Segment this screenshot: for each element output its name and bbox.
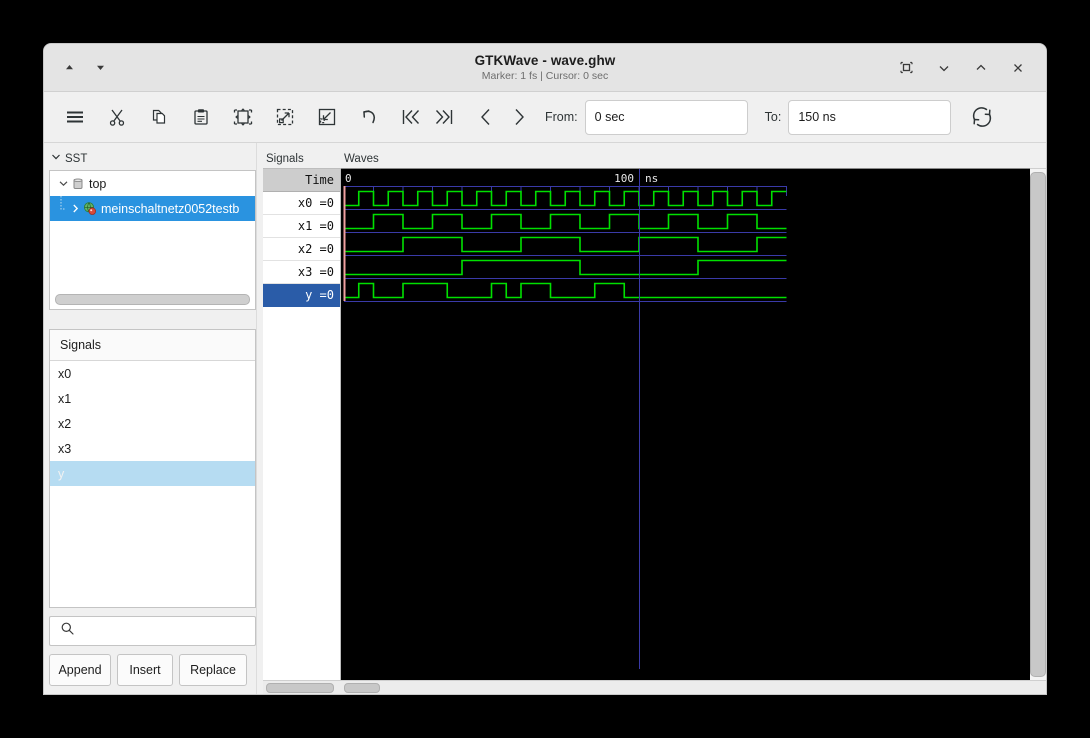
window-controls xyxy=(898,59,1046,76)
waves-title: Waves xyxy=(344,152,379,165)
main-toolbar: From: 0 sec To: 150 ns xyxy=(44,92,1046,143)
to-input[interactable]: 150 ns xyxy=(788,99,952,135)
gtkwave-window: GTKWave - wave.ghw Marker: 1 fs | Cursor… xyxy=(44,44,1046,694)
to-label: To: xyxy=(764,110,782,124)
replace-button[interactable]: Replace xyxy=(179,654,247,686)
left-panel: SST top meinschaltnetz0052testb Signals … xyxy=(44,143,256,694)
waves-hscroll-thumb[interactable] xyxy=(344,682,380,693)
maximize-icon[interactable] xyxy=(972,59,989,76)
window-title: GTKWave - wave.ghw xyxy=(474,53,616,68)
signal-names-title: Signals xyxy=(266,152,304,165)
signal-name-row[interactable]: x0 =0 xyxy=(263,192,340,215)
action-buttons: Append Insert Replace xyxy=(49,654,256,686)
sst-label: SST xyxy=(65,152,88,165)
tree-guide-icon xyxy=(56,196,68,221)
zoom-out-icon[interactable] xyxy=(268,101,301,134)
search-icon xyxy=(60,621,75,641)
waves-horizontal-scrollbar[interactable] xyxy=(341,680,1046,694)
window-subtitle: Marker: 1 fs | Cursor: 0 sec xyxy=(481,70,609,82)
chevron-down-icon[interactable] xyxy=(56,178,70,189)
signal-name-row[interactable]: x3 =0 xyxy=(263,261,340,284)
zoom-fit-icon[interactable] xyxy=(226,101,259,134)
chevron-right-icon[interactable] xyxy=(68,203,82,214)
svg-text:0: 0 xyxy=(345,172,352,185)
window-title-block: GTKWave - wave.ghw Marker: 1 fs | Cursor… xyxy=(44,44,1046,91)
append-button[interactable]: Append xyxy=(49,654,111,686)
names-horizontal-scrollbar[interactable] xyxy=(263,680,341,694)
from-input[interactable]: 0 sec xyxy=(584,99,748,135)
close-icon[interactable] xyxy=(1009,59,1026,76)
svg-text:100: 100 xyxy=(614,172,634,185)
list-item[interactable]: x0 xyxy=(50,361,255,386)
waves-main: 0 100 ns xyxy=(341,168,1046,680)
waves-panel: Waves 0 100 ns xyxy=(341,143,1046,694)
search-input[interactable] xyxy=(49,616,256,646)
reload-icon[interactable] xyxy=(965,101,998,134)
waveform-svg: 0 100 ns xyxy=(341,169,1030,669)
from-label: From: xyxy=(545,110,578,124)
triangle-up-icon[interactable] xyxy=(61,59,78,76)
tree-item-label: meinschaltnetz0052testb xyxy=(101,201,240,216)
window-body: SST top meinschaltnetz0052testb Signals … xyxy=(44,143,1046,694)
signal-name-row[interactable]: x2 =0 xyxy=(263,238,340,261)
instance-icon xyxy=(82,201,97,216)
signal-list-header: Signals xyxy=(50,330,255,361)
list-item[interactable]: x3 xyxy=(50,436,255,461)
titlebar-left-controls xyxy=(44,59,109,76)
time-header-row: Time xyxy=(263,169,340,192)
tree-item-label: top xyxy=(89,176,107,191)
list-item[interactable]: x1 xyxy=(50,386,255,411)
tree-item-top[interactable]: top xyxy=(50,171,255,196)
copy-icon[interactable] xyxy=(142,101,175,134)
signal-name-row[interactable]: y =0 xyxy=(263,284,340,307)
restore-icon[interactable] xyxy=(898,59,915,76)
module-icon xyxy=(70,176,85,191)
signal-list-rows: x0 x1 x2 x3 y xyxy=(50,361,255,607)
waves-vscroll-thumb[interactable] xyxy=(1030,172,1046,677)
go-end-icon[interactable] xyxy=(427,101,460,134)
list-item[interactable]: y xyxy=(50,461,255,486)
list-item[interactable]: x2 xyxy=(50,411,255,436)
triangle-down-icon[interactable] xyxy=(92,59,109,76)
minimize-icon[interactable] xyxy=(935,59,952,76)
sst-header[interactable]: SST xyxy=(49,149,256,168)
waveform-canvas[interactable]: 0 100 ns xyxy=(341,168,1030,680)
prev-edge-icon[interactable] xyxy=(469,101,502,134)
tree-horizontal-scrollbar[interactable] xyxy=(55,294,250,305)
signal-list-panel: Signals x0 x1 x2 x3 y xyxy=(49,329,256,608)
insert-button[interactable]: Insert xyxy=(117,654,173,686)
undo-icon[interactable] xyxy=(352,101,385,134)
svg-text:ns: ns xyxy=(645,172,658,185)
signal-names-filler xyxy=(263,307,340,680)
signal-names-body: Time x0 =0 x1 =0 x2 =0 x3 =0 y =0 xyxy=(263,168,341,680)
signal-names-panel: Signals Time x0 =0 x1 =0 x2 =0 x3 =0 y =… xyxy=(263,143,341,694)
signal-name-row[interactable]: x1 =0 xyxy=(263,215,340,238)
tree-item-testbench[interactable]: meinschaltnetz0052testb xyxy=(50,196,255,221)
next-edge-icon[interactable] xyxy=(502,101,535,134)
go-start-icon[interactable] xyxy=(394,101,427,134)
zoom-in-icon[interactable] xyxy=(310,101,343,134)
panel-divider[interactable] xyxy=(256,143,263,694)
paste-icon[interactable] xyxy=(184,101,217,134)
cut-icon[interactable] xyxy=(100,101,133,134)
waves-vertical-scrollbar[interactable] xyxy=(1030,168,1046,680)
sst-tree: top meinschaltnetz0052testb xyxy=(49,170,256,310)
chevron-down-icon xyxy=(50,151,62,166)
title-bar: GTKWave - wave.ghw Marker: 1 fs | Cursor… xyxy=(44,44,1046,92)
names-scrollbar-thumb[interactable] xyxy=(266,682,334,693)
menu-icon[interactable] xyxy=(58,101,91,134)
